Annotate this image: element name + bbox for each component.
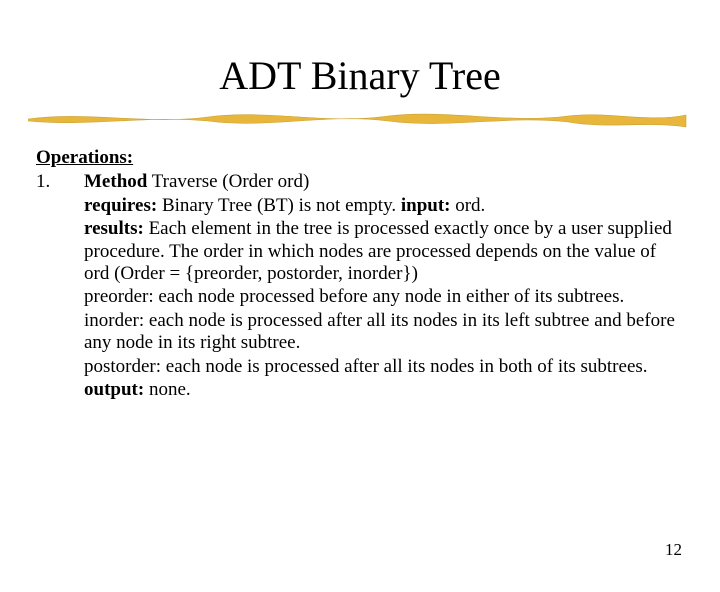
item-body: Method Traverse (Order ord) requires: Bi…	[84, 171, 680, 402]
input-rest: ord.	[450, 195, 485, 216]
results-label: results:	[84, 218, 144, 239]
output-rest: none.	[144, 379, 190, 400]
title-underline	[0, 107, 720, 129]
operation-item: 1. Method Traverse (Order ord) requires:…	[36, 171, 680, 402]
requires-line: requires: Binary Tree (BT) is not empty.…	[84, 195, 680, 217]
method-label: Method	[84, 171, 147, 192]
requires-label: requires:	[84, 195, 157, 216]
input-label: input:	[401, 195, 451, 216]
results-rest: Each element in the tree is processed ex…	[84, 218, 672, 284]
preorder-line: preorder: each node processed before any…	[84, 286, 680, 308]
inorder-line: inorder: each node is processed after al…	[84, 310, 680, 355]
content-block: Operations: 1. Method Traverse (Order or…	[36, 147, 680, 402]
operations-heading: Operations:	[36, 147, 680, 169]
postorder-line: postorder: each node is processed after …	[84, 356, 680, 378]
slide: ADT Binary Tree Operations: 1. Method Tr…	[0, 52, 720, 592]
slide-title: ADT Binary Tree	[0, 52, 720, 99]
page-number: 12	[665, 540, 682, 560]
output-label: output:	[84, 379, 144, 400]
requires-rest: Binary Tree (BT) is not empty.	[157, 195, 401, 216]
results-line: results: Each element in the tree is pro…	[84, 218, 680, 285]
method-line: Method Traverse (Order ord)	[84, 171, 680, 193]
output-line: output: none.	[84, 379, 680, 401]
item-number: 1.	[36, 171, 84, 193]
method-rest: Traverse (Order ord)	[147, 171, 309, 192]
